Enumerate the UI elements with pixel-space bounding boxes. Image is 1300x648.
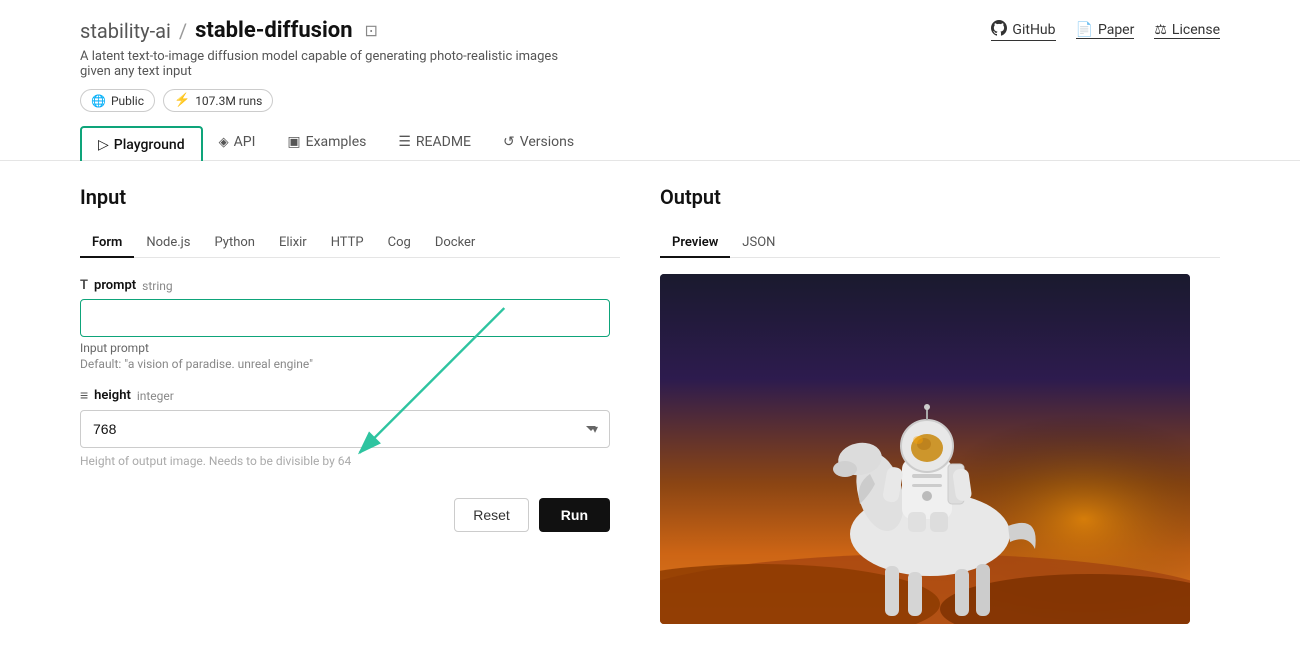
prompt-hint: Input prompt [80,341,620,355]
prompt-label: T prompt string [80,278,620,293]
input-panel: Input Form Node.js Python Elixir HTTP [80,161,620,648]
output-panel: Output Preview JSON [660,161,1220,648]
input-tabs: Form Node.js Python Elixir HTTP Cog [80,229,620,258]
repo-title: stability-ai / stable-diffusion ⊡ [80,18,378,43]
height-field-group: ≡ height integer 512 640 704 768 832 896… [80,387,620,468]
tab-readme[interactable]: ☰ README [382,126,487,160]
tab-examples[interactable]: ▣ Examples [271,126,382,160]
input-tab-form[interactable]: Form [80,229,134,258]
public-label: Public [111,94,144,108]
page-wrapper: stability-ai / stable-diffusion ⊡ GitHub… [0,0,1300,648]
input-tab-cog[interactable]: Cog [376,229,423,258]
versions-label: Versions [520,134,574,150]
license-link[interactable]: ⚖ License [1154,22,1220,39]
height-type-icon: ≡ [80,387,88,404]
paper-link[interactable]: 📄 Paper [1076,22,1135,39]
runs-icon: ⚡ [174,93,190,108]
readme-label: README [416,134,471,150]
prompt-type: string [142,279,172,293]
repo-name: stable-diffusion [195,18,352,43]
examples-label: Examples [306,134,367,150]
prompt-input[interactable] [80,299,610,337]
input-tab-nodejs[interactable]: Node.js [134,229,202,258]
examples-icon: ▣ [287,134,300,150]
playground-label: Playground [114,137,185,153]
prompt-type-icon: T [80,278,88,293]
run-button[interactable]: Run [539,498,610,532]
versions-icon: ↺ [503,134,515,150]
badges: 🌐 Public ⚡ 107.3M runs [80,89,1220,112]
prompt-default: Default: "a vision of paradise. unreal e… [80,357,620,371]
form-actions: Reset Run [80,484,610,532]
license-icon: ⚖ [1154,22,1167,38]
readme-icon: ☰ [398,134,411,150]
api-icon: ◈ [219,135,229,150]
repo-org: stability-ai [80,19,171,43]
header: stability-ai / stable-diffusion ⊡ GitHub… [0,0,1300,161]
input-tab-python[interactable]: Python [203,229,267,258]
prompt-field-group: T prompt string Input prompt Default: "a… [80,278,620,371]
height-type: integer [137,389,174,403]
tab-versions[interactable]: ↺ Versions [487,126,590,160]
header-links: GitHub 📄 Paper ⚖ License [991,20,1220,41]
repo-title-row: stability-ai / stable-diffusion ⊡ GitHub… [80,18,1220,43]
prompt-name: prompt [94,278,136,293]
height-select[interactable]: 512 640 704 768 832 896 960 1024 [80,410,610,448]
github-link[interactable]: GitHub [991,20,1055,41]
fork-icon[interactable]: ⊡ [365,21,378,40]
output-image [660,274,1190,624]
nav-tabs: ▷ Playground ◈ API ▣ Examples ☰ README ↺… [80,126,1220,160]
input-tab-http[interactable]: HTTP [319,229,376,258]
output-tab-preview[interactable]: Preview [660,229,730,258]
height-select-wrapper: 512 640 704 768 832 896 960 1024 ▾ [80,410,610,448]
output-title: Output [660,185,1220,209]
input-tab-docker[interactable]: Docker [423,229,488,258]
playground-icon: ▷ [98,137,109,153]
public-icon: 🌐 [91,94,106,108]
height-label: ≡ height integer [80,387,620,404]
runs-badge: ⚡ 107.3M runs [163,89,273,112]
height-hint: Height of output image. Needs to be divi… [80,454,610,468]
tab-api[interactable]: ◈ API [203,126,272,160]
output-tabs: Preview JSON [660,229,1220,258]
runs-label: 107.3M runs [195,94,262,108]
public-badge: 🌐 Public [80,89,155,112]
api-label: API [234,134,256,150]
license-label: License [1172,22,1220,38]
tab-playground[interactable]: ▷ Playground [80,126,203,161]
height-name: height [94,388,131,403]
input-title: Input [80,185,620,209]
paper-label: Paper [1098,22,1134,38]
github-icon [991,20,1007,40]
github-label: GitHub [1012,22,1055,38]
paper-icon: 📄 [1076,22,1093,38]
reset-button[interactable]: Reset [454,498,529,532]
output-tab-json[interactable]: JSON [730,229,787,258]
input-tab-elixir[interactable]: Elixir [267,229,319,258]
main-content: Input Form Node.js Python Elixir HTTP [0,161,1300,648]
repo-description: A latent text-to-image diffusion model c… [80,49,580,79]
repo-slash: / [179,19,187,43]
